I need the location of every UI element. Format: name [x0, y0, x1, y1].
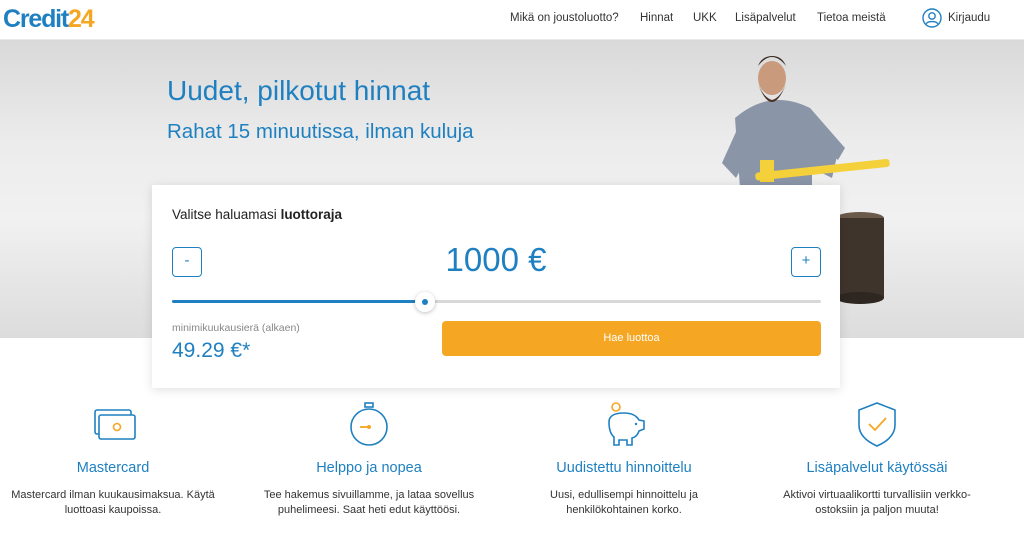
feature-extra-services: Lisäpalvelut käytössäi Aktivoi virtuaali… — [757, 400, 997, 518]
feature-description-line: luottoasi kaupoissa. — [64, 504, 162, 516]
nav-item-tietoa-meista[interactable]: Tietoa meistä — [817, 12, 886, 24]
feature-description-line: Aktivoi virtuaalikortti turvallisiin ver… — [783, 489, 971, 501]
feature-easy-fast: Helppo ja nopea Tee hakemus sivuillamme,… — [249, 400, 489, 518]
feature-description-line: Tee hakemus sivuillamme, ja lataa sovell… — [263, 489, 475, 501]
slider-fill — [172, 300, 426, 303]
credit-limit-label: Valitse haluamasi luottoraja — [172, 207, 342, 222]
nav-item-ukk[interactable]: UKK — [693, 12, 717, 24]
login-button[interactable]: Kirjaudu — [922, 8, 990, 28]
feature-new-pricing: Uudistettu hinnoittelu Uusi, edullisempi… — [504, 400, 744, 518]
hero-title: Uudet, pilkotut hinnat — [167, 75, 431, 106]
feature-description-line: ostoksiin ja paljon muuta! — [815, 504, 939, 516]
feature-title: Uudistettu hinnoittelu — [556, 460, 692, 476]
hero-subtitle: Rahat 15 minuutissa, ilman kuluja — [167, 120, 474, 143]
min-payment-label: minimikuukausierä (alkaen) — [172, 322, 300, 334]
piggy-bank-icon — [608, 402, 645, 446]
feature-mastercard: Mastercard Mastercard ilman kuukausimaks… — [0, 400, 233, 518]
min-payment-value: 49.29 €* — [172, 339, 251, 362]
user-icon — [922, 8, 942, 28]
feature-description: Uusi, edullisempi hinnoittelu ja henkilök… — [504, 488, 744, 518]
feature-description-line: puhelimeesi. Saat heti edut käyttöösi. — [277, 504, 461, 516]
credit-limit-label-bold: luottoraja — [280, 207, 343, 222]
credit24-logo[interactable]: Credit24 — [3, 5, 95, 33]
increase-amount-button[interactable]: + — [791, 247, 821, 277]
logo-text: Credit — [3, 5, 69, 33]
nav-item-hinnat[interactable]: Hinnat — [640, 12, 673, 24]
login-label: Kirjaudu — [948, 12, 991, 24]
shield-check-icon — [858, 402, 896, 447]
logo-number: 24 — [68, 5, 95, 33]
apply-credit-button[interactable]: Hae luottoa — [442, 321, 821, 356]
feature-description-line: henkilökohtainen korko. — [566, 504, 682, 516]
feature-description-line: Mastercard ilman kuukausimaksua. Käytä — [11, 489, 215, 501]
credit-calculator-card: Valitse haluamasi luottoraja - 1000 € + … — [152, 185, 840, 388]
feature-description: Tee hakemus sivuillamme, ja lataa sovell… — [249, 488, 489, 518]
credit-amount-slider[interactable] — [172, 292, 821, 312]
feature-title: Helppo ja nopea — [316, 460, 422, 476]
feature-description: Aktivoi virtuaalikortti turvallisiin ver… — [757, 488, 997, 518]
slider-handle[interactable] — [415, 292, 436, 312]
feature-title: Lisäpalvelut käytössäi — [806, 460, 948, 476]
feature-description: Mastercard ilman kuukausimaksua. Käytä lu… — [0, 488, 233, 518]
credit-limit-label-prefix: Valitse haluamasi — [172, 207, 281, 222]
site-header: Credit24 Mikä on joustoluotto? Hinnat UK… — [0, 0, 1024, 40]
feature-title: Mastercard — [76, 460, 150, 476]
stopwatch-icon — [350, 402, 388, 446]
feature-description-line: Uusi, edullisempi hinnoittelu ja — [550, 489, 698, 501]
nav-item-joustoluotto[interactable]: Mikä on joustoluotto? — [510, 12, 619, 24]
credit-amount-display: 1000 € — [445, 241, 547, 278]
nav-item-lisapalvelut[interactable]: Lisäpalvelut — [735, 12, 796, 24]
credit-card-icon — [94, 409, 136, 440]
